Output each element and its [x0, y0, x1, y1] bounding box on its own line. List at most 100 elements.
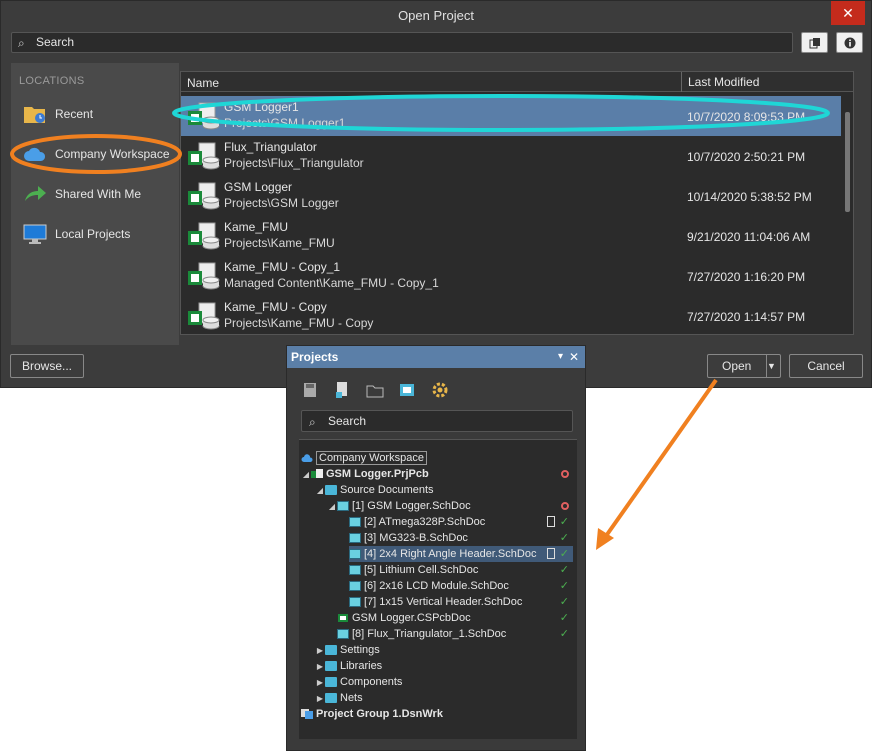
- dialog-title: Open Project: [398, 8, 474, 23]
- collapse-arrow-icon[interactable]: ◢: [327, 499, 337, 515]
- project-row[interactable]: GSM Logger Projects\GSM Logger 10/14/202…: [181, 176, 841, 216]
- folder-icon[interactable]: [364, 380, 386, 400]
- search-placeholder: Search: [328, 414, 367, 428]
- column-name[interactable]: Name: [187, 76, 219, 90]
- tree-sheet[interactable]: [7] 1x15 Vertical Header.SchDoc ✓: [349, 594, 573, 610]
- expand-arrow-icon[interactable]: ▶: [315, 691, 325, 707]
- save-icon[interactable]: [299, 380, 321, 400]
- group-label: Project Group 1.DsnWrk: [316, 708, 443, 720]
- tree-folder-components[interactable]: ▶ Components: [315, 674, 402, 690]
- check-icon: ✓: [559, 612, 569, 624]
- project-list: Name Last Modified GSM Logger1 Projects\…: [180, 71, 854, 335]
- panel-menu-icon[interactable]: ▾: [558, 346, 563, 368]
- project-path: Projects\Flux_Triangulator: [224, 156, 364, 170]
- search-input[interactable]: ⌕ Search: [11, 32, 793, 53]
- folder-icon: [325, 645, 337, 656]
- copy-button[interactable]: [801, 32, 828, 53]
- document-icon: [547, 516, 555, 527]
- tree-project-group[interactable]: Project Group 1.DsnWrk: [301, 706, 443, 722]
- gear-icon[interactable]: [429, 380, 451, 400]
- pcb-project-icon: [311, 469, 323, 479]
- expand-arrow-icon[interactable]: ▶: [315, 643, 325, 659]
- project-tree: Company Workspace ◢ GSM Logger.PrjPcb ◢ So…: [299, 439, 577, 739]
- check-icon: ✓: [559, 596, 569, 608]
- cloud-icon: [301, 454, 313, 463]
- cancel-button[interactable]: Cancel: [789, 354, 863, 378]
- project-row[interactable]: Kame_FMU Projects\Kame_FMU 9/21/2020 11:…: [181, 216, 841, 256]
- tree-pcb[interactable]: GSM Logger.CSPcbDoc ✓: [337, 610, 573, 626]
- tree-sheet[interactable]: [2] ATmega328P.SchDoc ✓: [349, 514, 573, 530]
- column-headers: Name Last Modified: [181, 72, 853, 92]
- check-icon: ✓: [559, 564, 569, 576]
- sheet-label: [3] MG323-B.SchDoc: [364, 532, 468, 544]
- project-options-icon[interactable]: [331, 380, 353, 400]
- projects-toolbar: [299, 380, 457, 400]
- schematic-icon: [349, 533, 361, 544]
- location-company-workspace[interactable]: Company Workspace: [19, 139, 177, 169]
- schematic-icon: [349, 581, 361, 592]
- workspace-label: Company Workspace: [316, 451, 427, 465]
- annotation-arrow-line: [604, 378, 718, 538]
- sheet-label: [5] Lithium Cell.SchDoc: [364, 564, 479, 576]
- tree-source-documents[interactable]: ◢ Source Documents: [315, 482, 573, 498]
- tree-folder-nets[interactable]: ▶ Nets: [315, 690, 363, 706]
- tree-sheet[interactable]: [3] MG323-B.SchDoc ✓: [349, 530, 573, 546]
- tree-folder-libraries[interactable]: ▶ Libraries: [315, 658, 382, 674]
- project-modified: 10/7/2020 8:09:53 PM: [687, 110, 806, 124]
- project-path: Managed Content\Kame_FMU - Copy_1: [224, 276, 439, 290]
- project-modified: 10/7/2020 2:50:21 PM: [687, 150, 806, 164]
- check-icon: ✓: [559, 548, 569, 560]
- tree-flux-sheet[interactable]: [8] Flux_Triangulator_1.SchDoc ✓: [337, 626, 573, 642]
- project-row[interactable]: Kame_FMU - Copy_1 Managed Content\Kame_F…: [181, 256, 841, 296]
- compile-icon[interactable]: [396, 380, 418, 400]
- expand-arrow-icon[interactable]: ▶: [315, 675, 325, 691]
- project-row[interactable]: Flux_Triangulator Projects\Flux_Triangul…: [181, 136, 841, 176]
- tree-folder-settings[interactable]: ▶ Settings: [315, 642, 380, 658]
- schematic-icon: [337, 501, 349, 512]
- project-name: Kame_FMU - Copy: [224, 300, 327, 314]
- browse-button[interactable]: Browse...: [10, 354, 84, 378]
- location-label: Local Projects: [55, 227, 131, 241]
- open-dropdown-icon[interactable]: ▼: [766, 355, 780, 377]
- search-icon: ⌕: [309, 415, 316, 429]
- tree-sheet[interactable]: [5] Lithium Cell.SchDoc ✓: [349, 562, 573, 578]
- open-label: Open: [722, 359, 752, 373]
- project-name: GSM Logger1: [224, 100, 299, 114]
- close-button[interactable]: ✕: [831, 1, 865, 25]
- search-placeholder: Search: [36, 35, 75, 49]
- project-file-icon: [188, 302, 220, 330]
- tree-root-sheet[interactable]: ◢ [1] GSM Logger.SchDoc: [327, 498, 573, 514]
- panel-close-icon[interactable]: ✕: [569, 346, 579, 368]
- tree-workspace[interactable]: Company Workspace: [301, 450, 561, 466]
- project-row[interactable]: Kame_FMU - Copy Projects\Kame_FMU - Copy…: [181, 296, 841, 334]
- list-scrollbar[interactable]: [842, 94, 852, 334]
- location-local-projects[interactable]: Local Projects: [19, 219, 177, 249]
- tree-project[interactable]: ◢ GSM Logger.PrjPcb: [301, 466, 573, 482]
- expand-arrow-icon[interactable]: ▶: [315, 659, 325, 675]
- location-shared-with-me[interactable]: Shared With Me: [19, 179, 177, 209]
- tree-sheet-selected[interactable]: [4] 2x4 Right Angle Header.SchDoc ✓: [349, 546, 573, 562]
- collapse-arrow-icon[interactable]: ◢: [315, 483, 325, 499]
- sheet-label: [6] 2x16 LCD Module.SchDoc: [364, 580, 509, 592]
- project-row[interactable]: GSM Logger1 Projects\GSM Logger1 10/7/20…: [181, 96, 841, 136]
- projects-search-input[interactable]: ⌕ Search: [301, 410, 573, 432]
- projects-panel: Projects ▾ ✕ ⌕ Search Company Workspace …: [286, 345, 586, 751]
- modified-status-icon: [561, 502, 569, 510]
- sheet-label: [4] 2x4 Right Angle Header.SchDoc: [364, 548, 537, 560]
- schematic-link-icon: [337, 629, 349, 640]
- column-last-modified[interactable]: Last Modified: [681, 72, 759, 92]
- scrollbar-thumb[interactable]: [845, 112, 850, 212]
- document-icon: [547, 548, 555, 559]
- folder-clock-icon: [24, 107, 45, 123]
- open-button[interactable]: Open ▼: [707, 354, 781, 378]
- project-path: Projects\Kame_FMU: [224, 236, 335, 250]
- folder-icon: [325, 661, 337, 672]
- sheet-label: [1] GSM Logger.SchDoc: [352, 500, 471, 512]
- location-recent[interactable]: Recent: [19, 99, 177, 129]
- project-modified: 10/14/2020 5:38:52 PM: [687, 190, 812, 204]
- project-file-icon: [188, 102, 220, 130]
- info-button[interactable]: [836, 32, 863, 53]
- collapse-arrow-icon[interactable]: ◢: [301, 467, 311, 483]
- tree-sheet[interactable]: [6] 2x16 LCD Module.SchDoc ✓: [349, 578, 573, 594]
- project-modified: 7/27/2020 1:16:20 PM: [687, 270, 806, 284]
